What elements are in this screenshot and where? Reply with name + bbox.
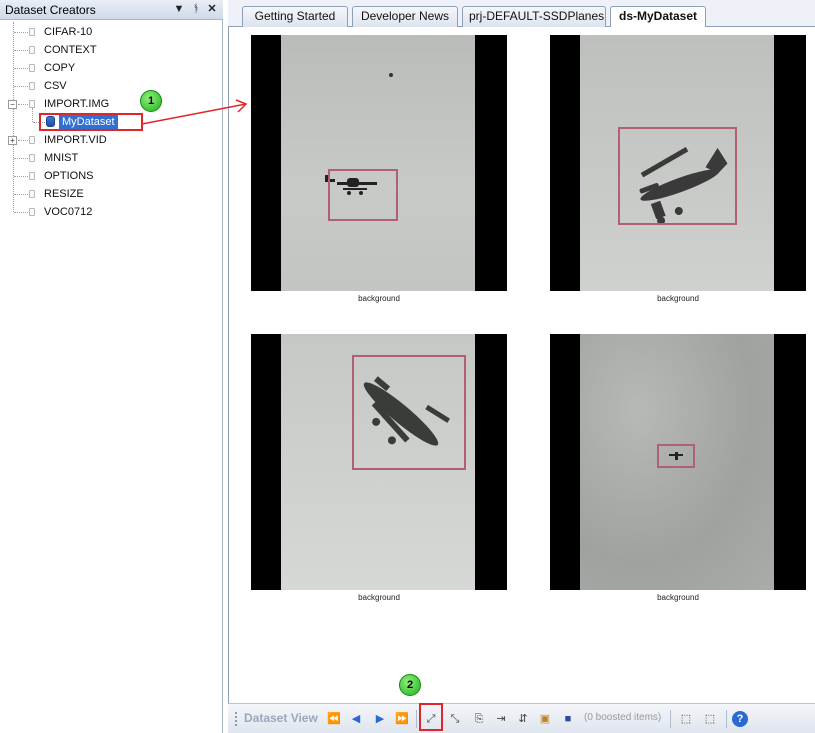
tree-item-mnist[interactable]: MNIST bbox=[0, 149, 222, 167]
document-tabs: Getting Started Developer News prj-DEFAU… bbox=[228, 0, 815, 28]
help-icon[interactable]: ? bbox=[732, 711, 748, 727]
image-label: background bbox=[657, 593, 699, 602]
open-folder-icon[interactable]: ▣ bbox=[537, 711, 553, 727]
creator-icon bbox=[29, 172, 35, 180]
import-label-icon[interactable]: ⇥ bbox=[493, 711, 509, 727]
tree-item-resize[interactable]: RESIZE bbox=[0, 185, 222, 203]
tree-item-label: COPY bbox=[44, 62, 76, 74]
bounding-box bbox=[328, 169, 398, 221]
tree-item-label: VOC0712 bbox=[44, 206, 93, 218]
bounding-box bbox=[352, 355, 466, 470]
tree-item-options[interactable]: OPTIONS bbox=[0, 167, 222, 185]
toolbar-title: Dataset View bbox=[244, 711, 318, 725]
next-page-icon[interactable]: ▶ bbox=[372, 711, 388, 727]
image-label: background bbox=[358, 593, 400, 602]
tree-item-label: CONTEXT bbox=[44, 44, 97, 56]
tree-item-label: IMPORT.VID bbox=[44, 134, 107, 146]
panel-header: Dataset Creators ▼ ᚬ ✕ bbox=[0, 0, 223, 20]
creator-icon bbox=[29, 154, 35, 162]
bounding-box bbox=[657, 444, 695, 468]
annotation-badge-2: 2 bbox=[399, 674, 421, 696]
dataset-image[interactable] bbox=[550, 35, 806, 291]
save-icon[interactable]: ■ bbox=[560, 711, 576, 727]
export-label-icon[interactable]: ⎘ bbox=[471, 711, 487, 727]
tree-item-label: MNIST bbox=[44, 152, 79, 164]
dropdown-icon[interactable]: ▼ bbox=[172, 2, 186, 17]
creator-icon bbox=[29, 46, 35, 54]
tab-developer-news[interactable]: Developer News bbox=[352, 6, 458, 27]
image-label: background bbox=[358, 294, 400, 303]
creator-icon bbox=[29, 190, 35, 198]
dataset-view: background background background backgro… bbox=[228, 27, 815, 703]
first-page-icon[interactable]: ⏪ bbox=[326, 711, 342, 727]
creator-icon bbox=[29, 82, 35, 90]
tab-getting-started[interactable]: Getting Started bbox=[242, 6, 348, 27]
plane-image bbox=[325, 73, 393, 195]
image-label: background bbox=[657, 294, 699, 303]
creator-icon bbox=[29, 64, 35, 72]
tree-item-label: OPTIONS bbox=[44, 170, 94, 182]
tree-item-label: MyDataset bbox=[59, 115, 118, 129]
tree-item-context[interactable]: CONTEXT bbox=[0, 41, 222, 59]
pin-icon[interactable]: ᚬ bbox=[189, 2, 203, 17]
tree-item-label: IMPORT.IMG bbox=[44, 98, 110, 110]
database-icon bbox=[46, 116, 55, 127]
deselect-icon[interactable]: ⬚ bbox=[702, 711, 718, 727]
creator-icon bbox=[29, 208, 35, 216]
expand-icon[interactable]: + bbox=[8, 136, 17, 145]
tree-item-import-vid[interactable]: + IMPORT.VID bbox=[0, 131, 222, 149]
tree-item-copy[interactable]: COPY bbox=[0, 59, 222, 77]
panel-title: Dataset Creators bbox=[5, 3, 96, 17]
tree-item-label: CSV bbox=[44, 80, 67, 92]
boosted-items-count: (0 boosted items) bbox=[584, 712, 662, 723]
annotation-badge-1: 1 bbox=[140, 90, 162, 112]
dataset-image[interactable] bbox=[251, 35, 507, 291]
bounding-box bbox=[618, 127, 737, 225]
creator-icon bbox=[29, 28, 35, 36]
creator-icon bbox=[29, 136, 35, 144]
last-page-icon[interactable]: ⏩ bbox=[394, 711, 410, 727]
dataset-view-toolbar: Dataset View ⏪ ◀ ▶ ⏩ ⤢ ⤡ ⎘ ⇥ ⇵ ▣ ■ (0 bo… bbox=[228, 703, 815, 733]
select-icon[interactable]: ⬚ bbox=[678, 711, 694, 727]
previous-page-icon[interactable]: ◀ bbox=[348, 711, 364, 727]
tab-prj-default-ssdplanes[interactable]: prj-DEFAULT-SSDPlanes bbox=[462, 6, 606, 27]
highlight-box-2 bbox=[419, 703, 443, 731]
toolbar-grip[interactable] bbox=[235, 712, 238, 726]
dataset-image[interactable] bbox=[251, 334, 507, 590]
tree-item-label: CIFAR-10 bbox=[44, 26, 93, 38]
dataset-image[interactable] bbox=[550, 334, 806, 590]
collapse-icon[interactable]: − bbox=[8, 100, 17, 109]
tree-item-label: RESIZE bbox=[44, 188, 84, 200]
close-icon[interactable]: ✕ bbox=[205, 2, 219, 17]
image-frame bbox=[281, 35, 475, 291]
tree-item-voc0712[interactable]: VOC0712 bbox=[0, 203, 222, 221]
tree-item-cifar-10[interactable]: CIFAR-10 bbox=[0, 23, 222, 41]
tab-ds-mydataset[interactable]: ds-MyDataset bbox=[610, 6, 706, 28]
boost-label-icon[interactable]: ⇵ bbox=[515, 711, 531, 727]
creator-icon bbox=[29, 100, 35, 108]
tree-item-csv[interactable]: CSV bbox=[0, 77, 222, 95]
label-all-icon[interactable]: ⤡ bbox=[447, 711, 463, 727]
